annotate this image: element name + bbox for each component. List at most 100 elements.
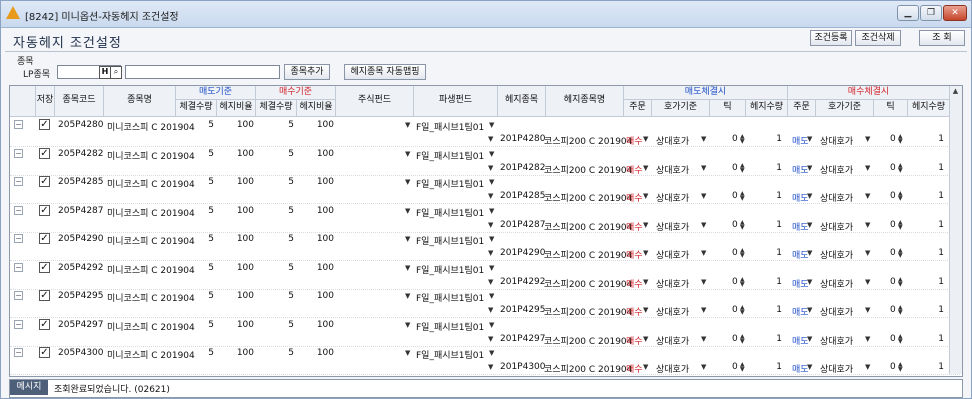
row-buy-quote[interactable]: 상대호가 bbox=[820, 277, 853, 290]
row-sell-tick[interactable]: 0 bbox=[732, 191, 738, 201]
buy-tick-spinner-icon[interactable]: ▲ ▼ bbox=[898, 277, 903, 288]
row-sell-quote[interactable]: 상대호가 bbox=[656, 277, 689, 290]
sell-quote-dropdown-icon[interactable]: ▼ bbox=[701, 164, 706, 172]
deriv-fund-dropdown-icon[interactable]: ▼ bbox=[489, 349, 494, 357]
row-sell-exec-order[interactable]: 매수 bbox=[626, 277, 643, 290]
buy-quote-dropdown-icon[interactable]: ▼ bbox=[865, 135, 870, 143]
row-sell-tick[interactable]: 0 bbox=[732, 134, 738, 144]
row-buy-tick[interactable]: 0 bbox=[890, 163, 896, 173]
sell-tick-spinner-icon[interactable]: ▲ ▼ bbox=[740, 248, 745, 259]
row-buy-tick[interactable]: 0 bbox=[890, 220, 896, 230]
row-sell-quote[interactable]: 상대호가 bbox=[656, 163, 689, 176]
stock-fund-dropdown-icon[interactable]: ▼ bbox=[405, 178, 410, 186]
sell-quote-dropdown-icon[interactable]: ▼ bbox=[701, 335, 706, 343]
sell-tick-spinner-icon[interactable]: ▲ ▼ bbox=[740, 134, 745, 145]
row-sell-quote[interactable]: 상대호가 bbox=[656, 305, 689, 318]
row-sell-quote[interactable]: 상대호가 bbox=[656, 134, 689, 147]
sell-order-dropdown-icon[interactable]: ▼ bbox=[643, 164, 648, 172]
sell-order-dropdown-icon[interactable]: ▼ bbox=[643, 278, 648, 286]
sell-order-dropdown-icon[interactable]: ▼ bbox=[643, 135, 648, 143]
row-collapse-toggle[interactable]: − bbox=[14, 234, 23, 243]
buy-quote-dropdown-icon[interactable]: ▼ bbox=[865, 335, 870, 343]
restore-button[interactable]: ❐ bbox=[920, 5, 942, 21]
row-buy-tick[interactable]: 0 bbox=[890, 191, 896, 201]
deriv-fund-dropdown-icon[interactable]: ▼ bbox=[489, 178, 494, 186]
sell-tick-spinner-icon[interactable]: ▲ ▼ bbox=[740, 305, 745, 316]
buy-tick-spinner-icon[interactable]: ▲ ▼ bbox=[898, 163, 903, 174]
buy-tick-spinner-icon[interactable]: ▲ ▼ bbox=[898, 191, 903, 202]
sell-order-dropdown-icon[interactable]: ▼ bbox=[643, 335, 648, 343]
row-deriv-fund[interactable]: F일_패시브1팀01 bbox=[416, 120, 484, 133]
buy-quote-dropdown-icon[interactable]: ▼ bbox=[865, 249, 870, 257]
sell-quote-dropdown-icon[interactable]: ▼ bbox=[701, 192, 706, 200]
store-checkbox[interactable]: ✓ bbox=[39, 290, 50, 301]
row-collapse-toggle[interactable]: − bbox=[14, 291, 23, 300]
sell-tick-spinner-icon[interactable]: ▲ ▼ bbox=[740, 334, 745, 345]
sell-order-dropdown-icon[interactable]: ▼ bbox=[643, 192, 648, 200]
row-sell-tick[interactable]: 0 bbox=[732, 220, 738, 230]
buy-order-dropdown-icon[interactable]: ▼ bbox=[807, 363, 812, 371]
buy-tick-spinner-icon[interactable]: ▲ ▼ bbox=[898, 248, 903, 259]
deriv-fund-dropdown-icon[interactable]: ▼ bbox=[489, 321, 494, 329]
row-collapse-toggle[interactable]: − bbox=[14, 348, 23, 357]
close-window-button[interactable]: ✕ bbox=[943, 5, 967, 21]
store-checkbox[interactable]: ✓ bbox=[39, 119, 50, 130]
buy-tick-spinner-icon[interactable]: ▲ ▼ bbox=[898, 134, 903, 145]
row-sell-quote[interactable]: 상대호가 bbox=[656, 362, 689, 375]
row-collapse-toggle[interactable]: − bbox=[14, 120, 23, 129]
auto-map-hedge-button[interactable]: 헤지종목 자동맵핑 bbox=[344, 64, 426, 80]
sell-tick-spinner-icon[interactable]: ▲ ▼ bbox=[740, 277, 745, 288]
row-buy-quote[interactable]: 상대호가 bbox=[820, 305, 853, 318]
stock-fund-dropdown-icon[interactable]: ▼ bbox=[405, 121, 410, 129]
sell-order-dropdown-icon[interactable]: ▼ bbox=[643, 249, 648, 257]
add-item-button[interactable]: 종목추가 bbox=[284, 64, 330, 80]
minimize-button[interactable]: ▁ bbox=[897, 5, 919, 21]
row-buy-quote[interactable]: 상대호가 bbox=[820, 334, 853, 347]
row-deriv-fund[interactable]: F일_패시브1팀01 bbox=[416, 291, 484, 304]
buy-quote-dropdown-icon[interactable]: ▼ bbox=[865, 221, 870, 229]
stock-fund-dropdown-icon[interactable]: ▼ bbox=[405, 321, 410, 329]
buy-tick-spinner-icon[interactable]: ▲ ▼ bbox=[898, 334, 903, 345]
buy-tick-spinner-icon[interactable]: ▲ ▼ bbox=[898, 362, 903, 373]
buy-quote-dropdown-icon[interactable]: ▼ bbox=[865, 363, 870, 371]
row-buy-tick[interactable]: 0 bbox=[890, 248, 896, 258]
buy-tick-spinner-icon[interactable]: ▲ ▼ bbox=[898, 220, 903, 231]
row-deriv-fund[interactable]: F일_패시브1팀01 bbox=[416, 149, 484, 162]
buy-quote-dropdown-icon[interactable]: ▼ bbox=[865, 278, 870, 286]
row-sell-tick[interactable]: 0 bbox=[732, 163, 738, 173]
row-sell-quote[interactable]: 상대호가 bbox=[656, 334, 689, 347]
row-deriv-fund[interactable]: F일_패시브1팀01 bbox=[416, 348, 484, 361]
hedge-row-dropdown-icon[interactable]: ▼ bbox=[488, 363, 493, 371]
row-deriv-fund[interactable]: F일_패시브1팀01 bbox=[416, 177, 484, 190]
row-buy-tick[interactable]: 0 bbox=[890, 334, 896, 344]
row-sell-quote[interactable]: 상대호가 bbox=[656, 191, 689, 204]
register-condition-button[interactable]: 조건등록 bbox=[810, 30, 852, 46]
buy-quote-dropdown-icon[interactable]: ▼ bbox=[865, 164, 870, 172]
sell-tick-spinner-icon[interactable]: ▲ ▼ bbox=[740, 163, 745, 174]
row-buy-quote[interactable]: 상대호가 bbox=[820, 134, 853, 147]
buy-tick-spinner-icon[interactable]: ▲ ▼ bbox=[898, 305, 903, 316]
row-sell-quote[interactable]: 상대호가 bbox=[656, 220, 689, 233]
buy-order-dropdown-icon[interactable]: ▼ bbox=[807, 221, 812, 229]
hedge-row-dropdown-icon[interactable]: ▼ bbox=[488, 192, 493, 200]
store-checkbox[interactable]: ✓ bbox=[39, 347, 50, 358]
store-checkbox[interactable]: ✓ bbox=[39, 233, 50, 244]
hedge-row-dropdown-icon[interactable]: ▼ bbox=[488, 164, 493, 172]
stock-fund-dropdown-icon[interactable]: ▼ bbox=[405, 264, 410, 272]
store-checkbox[interactable]: ✓ bbox=[39, 262, 50, 273]
buy-order-dropdown-icon[interactable]: ▼ bbox=[807, 306, 812, 314]
row-deriv-fund[interactable]: F일_패시브1팀01 bbox=[416, 234, 484, 247]
vertical-scrollbar[interactable]: ▲ bbox=[949, 86, 962, 374]
row-buy-quote[interactable]: 상대호가 bbox=[820, 163, 853, 176]
row-sell-tick[interactable]: 0 bbox=[732, 248, 738, 258]
store-checkbox[interactable]: ✓ bbox=[39, 176, 50, 187]
row-collapse-toggle[interactable]: − bbox=[14, 177, 23, 186]
hedge-row-dropdown-icon[interactable]: ▼ bbox=[488, 221, 493, 229]
row-sell-exec-order[interactable]: 매수 bbox=[626, 163, 643, 176]
row-deriv-fund[interactable]: F일_패시브1팀01 bbox=[416, 263, 484, 276]
stock-fund-dropdown-icon[interactable]: ▼ bbox=[405, 292, 410, 300]
row-sell-tick[interactable]: 0 bbox=[732, 362, 738, 372]
sell-order-dropdown-icon[interactable]: ▼ bbox=[643, 221, 648, 229]
sell-quote-dropdown-icon[interactable]: ▼ bbox=[701, 306, 706, 314]
row-sell-exec-order[interactable]: 매수 bbox=[626, 305, 643, 318]
